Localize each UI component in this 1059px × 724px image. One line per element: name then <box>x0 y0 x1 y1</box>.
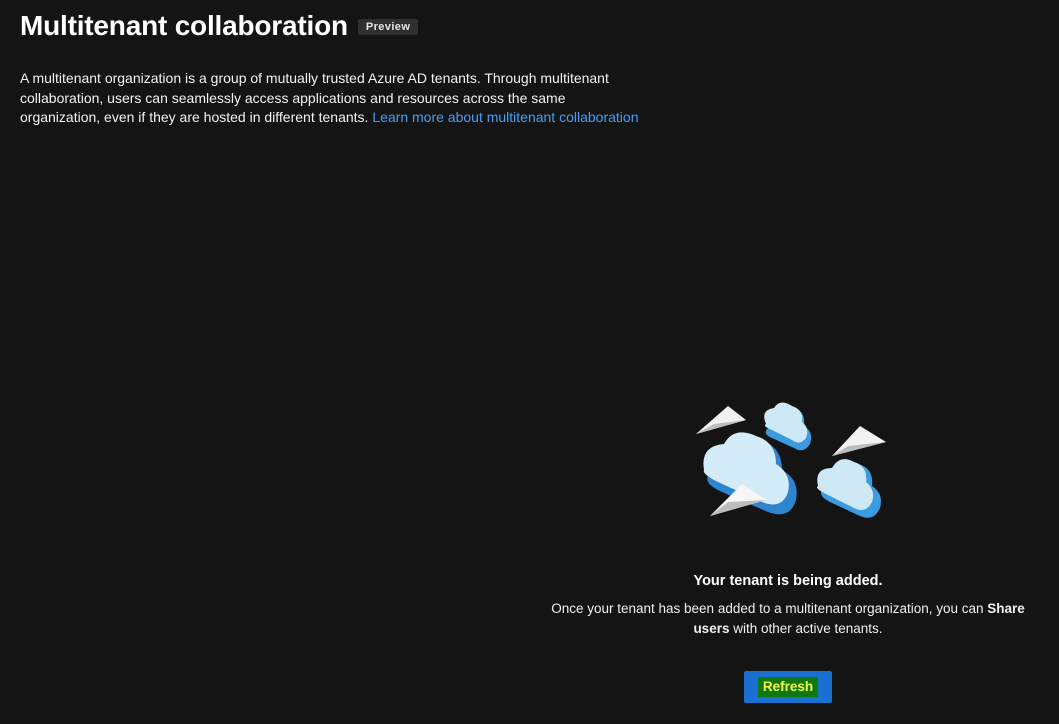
page-title: Multitenant collaboration <box>20 10 348 41</box>
page-description: A multitenant organization is a group of… <box>20 69 640 128</box>
cloud-icon <box>817 459 881 518</box>
message-text-end: with other active tenants. <box>729 621 883 636</box>
learn-more-link[interactable]: Learn more about multitenant collaborati… <box>372 109 638 125</box>
page-header: Multitenant collaboration Preview <box>20 8 419 44</box>
empty-state-title: Your tenant is being added. <box>693 573 883 589</box>
clouds-paper-planes-illustration <box>696 402 886 518</box>
refresh-button[interactable]: Refresh <box>744 671 832 703</box>
empty-state: Your tenant is being added. Once your te… <box>530 398 1046 703</box>
message-text: Once your tenant has been added to a mul… <box>551 601 988 616</box>
refresh-button-label: Refresh <box>757 677 819 697</box>
paper-plane-icon <box>696 406 746 434</box>
preview-badge: Preview <box>357 19 419 35</box>
paper-plane-icon <box>832 426 886 456</box>
cloud-icon <box>764 402 812 451</box>
multitenant-collaboration-page: Multitenant collaboration Preview A mult… <box>0 0 1059 724</box>
empty-state-message: Once your tenant has been added to a mul… <box>538 599 1038 639</box>
